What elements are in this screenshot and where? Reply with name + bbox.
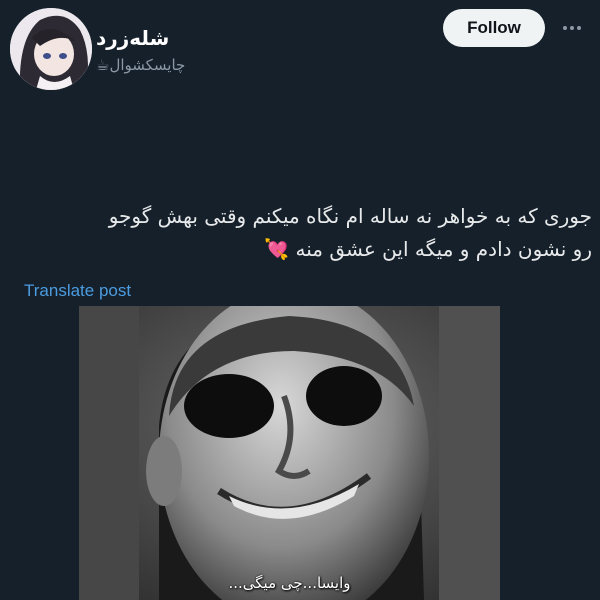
- dot: [577, 26, 581, 30]
- meme-image: [79, 306, 500, 600]
- dot: [563, 26, 567, 30]
- dot: [570, 26, 574, 30]
- author-handle[interactable]: چایسکشوال☕: [96, 56, 185, 74]
- more-options-icon[interactable]: [560, 20, 584, 36]
- follow-button[interactable]: Follow: [443, 9, 545, 47]
- translate-post-link[interactable]: Translate post: [24, 281, 131, 301]
- author-display-name[interactable]: شله‌زرد: [96, 26, 169, 50]
- avatar[interactable]: [10, 8, 92, 90]
- media-caption: وایسا...چی میگی...: [228, 574, 351, 592]
- post-media-image[interactable]: وایسا...چی میگی...: [79, 306, 500, 600]
- post-text-line-1: جوری که به خواهر نه ساله ام نگاه میکنم و…: [108, 204, 592, 228]
- post-text-line-2: رو نشون دادم و میگه این عشق منه 💘: [264, 237, 592, 261]
- post-text: جوری که به خواهر نه ساله ام نگاه میکنم و…: [2, 200, 592, 266]
- avatar-image: [10, 8, 92, 90]
